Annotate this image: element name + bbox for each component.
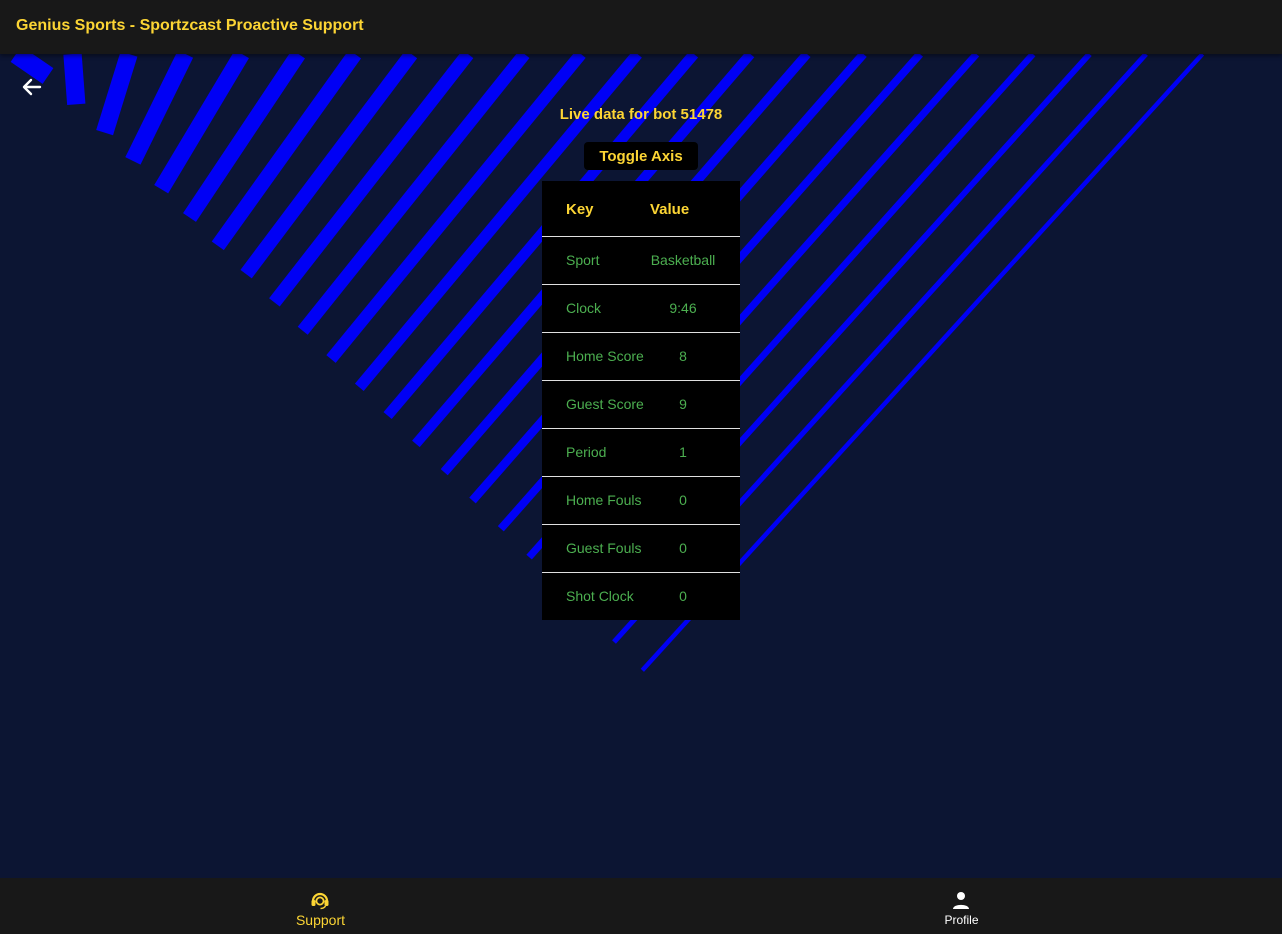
row-key: Home Fouls [566,492,642,508]
table-row: Shot Clock 0 [542,573,740,620]
background-stripe [183,54,305,222]
row-value: 1 [679,444,687,460]
main-content: Live data for bot 51478 Toggle Axis Key … [0,54,1282,878]
background-stripe [125,54,194,165]
live-data-table: Key Value Sport Basketball Clock 9:46 Ho… [542,181,740,620]
app-root: Genius Sports - Sportzcast Proactive Sup… [0,0,1282,934]
row-value: 0 [679,540,687,556]
row-key: Sport [566,252,600,268]
background-stripe [10,54,54,84]
row-key: Period [566,444,607,460]
table-header-row: Key Value [542,181,740,237]
row-value: 8 [679,348,687,364]
live-data-title: Live data for bot 51478 [559,106,723,123]
table-row: Home Fouls 0 [542,477,740,525]
nav-item-support[interactable]: Support [0,878,641,934]
support-agent-icon [311,892,329,910]
table-row: Period 1 [542,429,740,477]
row-key: Home Score [566,348,644,364]
background-stripe [63,54,86,105]
background-stripe [96,54,138,136]
row-value: Basketball [650,252,716,268]
row-key: Guest Fouls [566,540,642,556]
table-row: Home Score 8 [542,333,740,381]
table-row: Sport Basketball [542,237,740,285]
bottom-navigation: Support Profile [0,878,1282,934]
table-row: Clock 9:46 [542,285,740,333]
row-value: 9:46 [669,300,697,316]
nav-label-support: Support [295,912,346,928]
column-header-key: Key [566,201,594,218]
person-icon [953,892,969,909]
back-button[interactable] [16,76,48,98]
background-stripe [269,54,474,307]
table-row: Guest Score 9 [542,381,740,429]
arrow-left-icon [22,78,42,96]
row-value: 0 [679,492,687,508]
row-value: 9 [679,396,687,412]
row-key: Shot Clock [566,588,634,604]
top-app-bar: Genius Sports - Sportzcast Proactive Sup… [0,0,1282,54]
row-key: Clock [566,300,602,316]
app-title: Genius Sports - Sportzcast Proactive Sup… [16,17,364,34]
toggle-axis-button[interactable]: Toggle Axis [584,142,698,170]
nav-label-profile: Profile [944,913,979,927]
row-value: 0 [679,588,687,604]
table-row: Guest Fouls 0 [542,525,740,573]
column-header-value: Value [650,201,690,218]
nav-item-profile[interactable]: Profile [641,878,1282,934]
row-key: Guest Score [566,396,644,412]
